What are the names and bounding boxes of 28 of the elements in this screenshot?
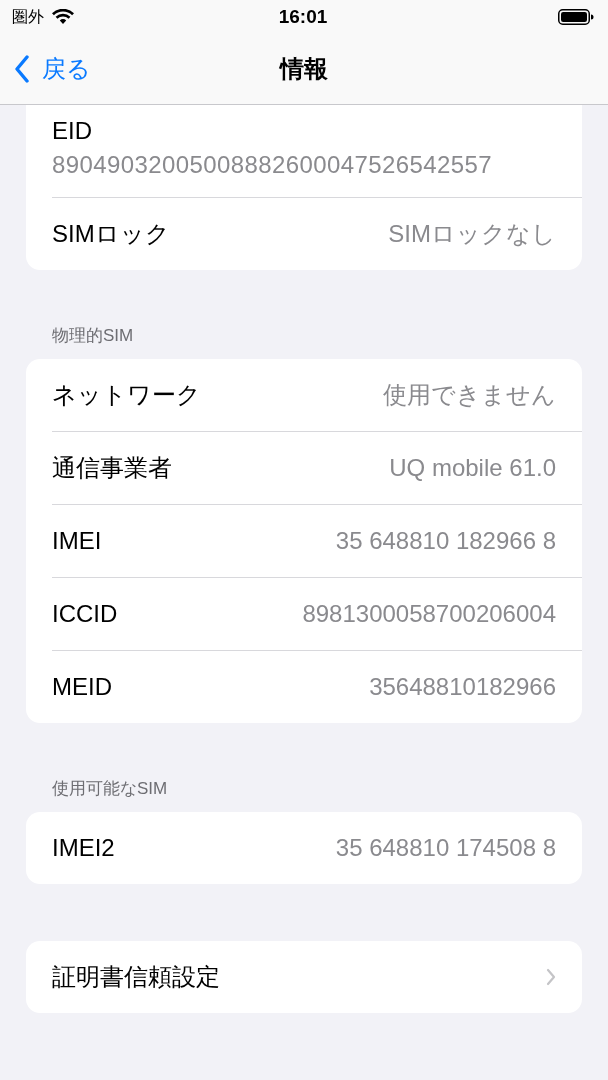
screen-title: 情報 [280,54,328,84]
row-label: IMEI [52,527,102,555]
row-value: 35 648810 174508 8 [335,834,556,862]
section-header: 使用可能なSIM [51,778,169,800]
clock-time: 16:01 [278,6,328,28]
row-value: UQ mobile 61.0 [389,454,556,482]
wifi-icon [52,9,74,25]
row-label: IMEI2 [52,834,115,862]
battery-icon [558,9,594,25]
row-value: 使用できません [383,380,556,410]
row-label: ネットワーク [52,380,201,410]
chevron-right-icon [546,968,556,986]
section-header: 物理的SIM [51,325,135,347]
row-label: ICCID [52,600,118,628]
row-value: 8981300058700206004 [302,600,556,628]
carrier-status: 圏外 [12,6,44,27]
row-value: SIMロックなし [388,219,556,249]
row-label: 証明書信頼設定 [52,962,220,992]
row-value: 35 648810 182966 8 [335,527,556,555]
row-value: 35648810182966 [369,673,556,701]
settings-link-row[interactable]: 証明書信頼設定 [52,941,582,1013]
row-label: MEID [52,673,112,701]
row-label: SIMロック [52,219,170,249]
row-label: EID [52,117,92,145]
chevron-left-icon [14,55,30,83]
back-button[interactable]: 戻る [0,53,91,85]
row-value: 89049032005008882600047526542557 [52,151,492,179]
row-label: 通信事業者 [52,453,172,483]
